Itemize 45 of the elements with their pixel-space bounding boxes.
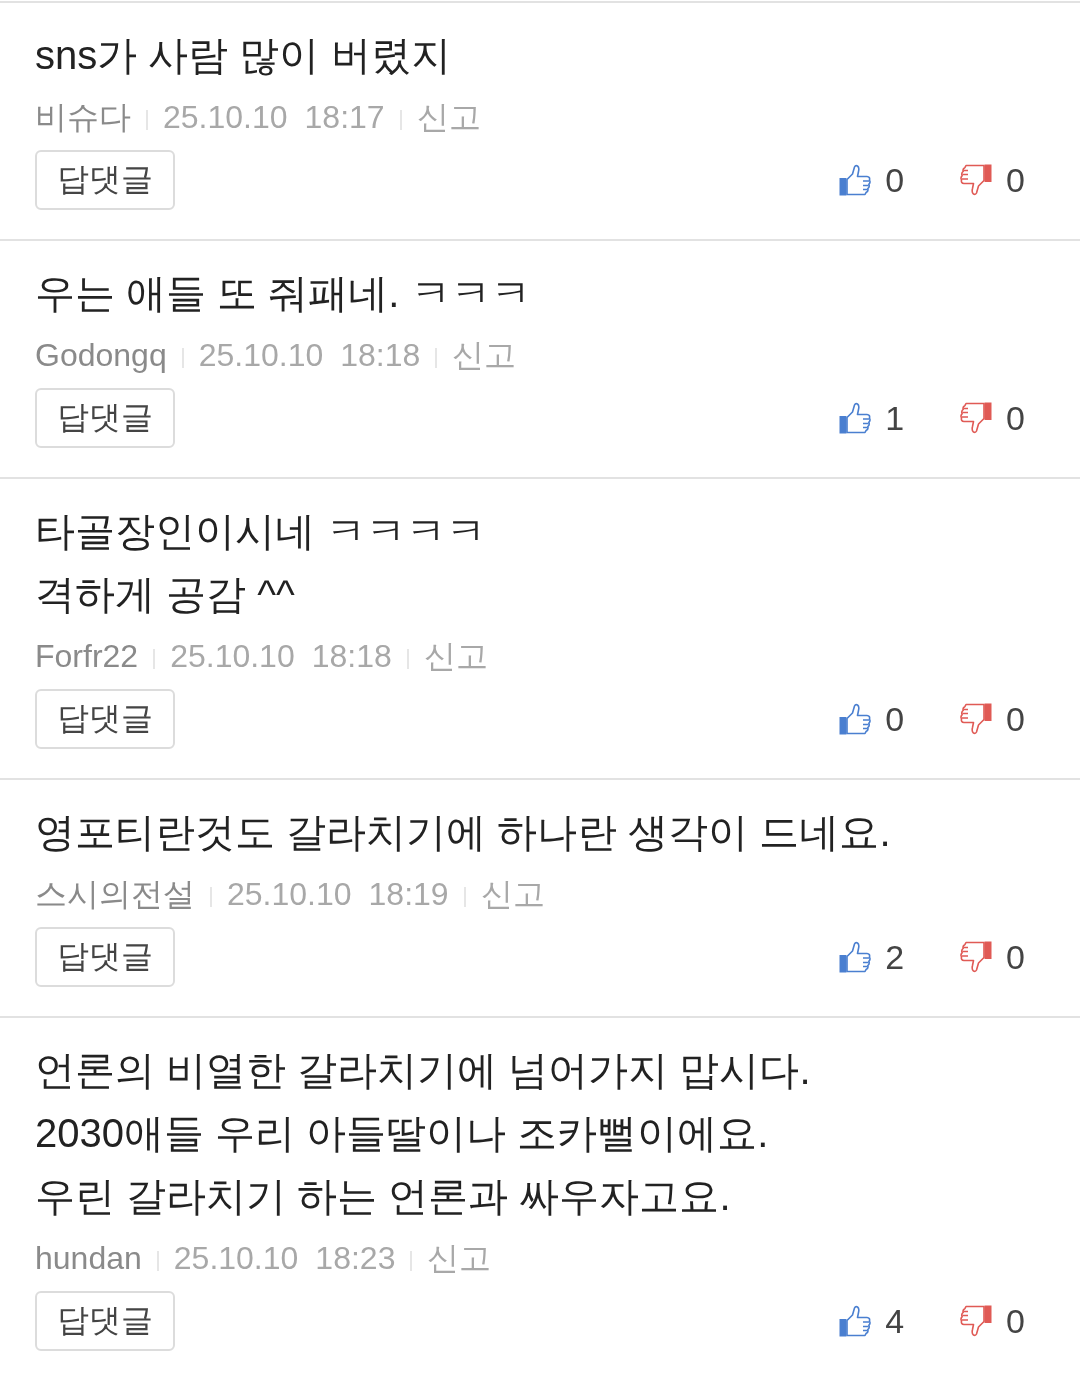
like-button[interactable]: 1: [839, 398, 905, 438]
reply-button[interactable]: 답댓글: [35, 689, 175, 749]
reply-button[interactable]: 답댓글: [35, 388, 175, 448]
comment-date: 25.10.10: [173, 1239, 299, 1278]
thumbs-down-icon: [960, 402, 993, 434]
comment-text: sns가 사람 많이 버렸지: [35, 32, 452, 79]
like-button[interactable]: 0: [839, 160, 905, 200]
reply-button[interactable]: 답댓글: [35, 1291, 175, 1351]
dislike-button[interactable]: 0: [960, 160, 1025, 200]
comment-text: 타골장인이시네 ㅋㅋㅋㅋ 격하게 공감 ^^: [35, 508, 488, 618]
thumbs-down-icon: [960, 941, 993, 973]
dislike-button[interactable]: 0: [960, 398, 1025, 438]
thumbs-down-icon: [960, 703, 993, 735]
comment-date: 25.10.10: [227, 875, 352, 914]
like-button[interactable]: 2: [839, 937, 905, 977]
comment-text: 영포티란것도 갈라치기에 하나란 생각이 드네요.: [35, 809, 892, 856]
comment-text: 언론의 비열한 갈라치기에 넘어가지 맙시다. 2030애들 우리 아들딸이나 조카뻘이에요. 우린 갈라치기 하는 언론과 싸우자고요.: [35, 1047, 812, 1220]
author-name: 스시의전설: [35, 875, 195, 914]
thumbs-down-icon: [960, 1305, 993, 1337]
comment-date: 25.10.10: [163, 98, 288, 137]
like-button[interactable]: 0: [839, 699, 905, 739]
comment-time: 18:19: [368, 875, 449, 914]
reply-button[interactable]: 답댓글: [35, 927, 175, 987]
dislike-button[interactable]: 0: [960, 699, 1025, 739]
author-name: Godongq: [35, 336, 167, 375]
thumbs-up-icon: [839, 941, 872, 973]
like-button[interactable]: 4: [839, 1301, 905, 1341]
thumbs-up-icon: [839, 164, 872, 196]
reply-button[interactable]: 답댓글: [35, 150, 175, 210]
comment-date: 25.10.10: [170, 637, 295, 676]
comment-date: 25.10.10: [198, 336, 324, 375]
comment-text: 우는 애들 또 줘패네. ㅋㅋㅋ: [35, 270, 532, 317]
thumbs-down-icon: [960, 164, 993, 196]
comment-time: 18:23: [315, 1239, 396, 1278]
comment-time: 18:18: [340, 336, 421, 375]
author-name: Forfr22: [35, 637, 139, 676]
author-name: 비슈다: [35, 98, 131, 137]
dislike-button[interactable]: 0: [960, 937, 1025, 977]
comment-time: 18:17: [304, 98, 385, 137]
comment-time: 18:18: [311, 637, 392, 676]
thumbs-up-icon: [839, 703, 872, 735]
thumbs-up-icon: [839, 402, 872, 434]
thumbs-up-icon: [839, 1305, 872, 1337]
author-name: hundan: [35, 1239, 142, 1278]
dislike-button[interactable]: 0: [960, 1301, 1025, 1341]
